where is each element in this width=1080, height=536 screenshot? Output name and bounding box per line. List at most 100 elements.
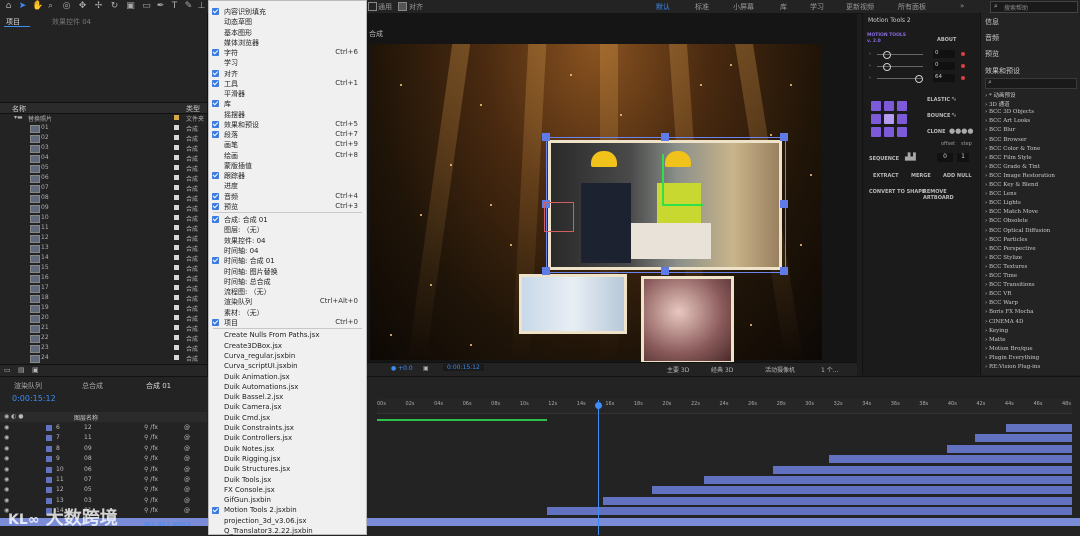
effects-category-item[interactable]: › CINEMA 4D (985, 319, 1023, 325)
layer-duration-bar[interactable] (547, 507, 1072, 516)
eye-icon[interactable]: ◉ (4, 497, 9, 504)
effects-category-item[interactable]: › BCC Obsolete (985, 218, 1028, 224)
menu-item[interactable]: Duik Rigging.jsx (224, 455, 281, 463)
menu-item[interactable]: Duik Bassel.2.jsx (224, 393, 283, 401)
viewer-tab[interactable]: 合成 (369, 29, 383, 39)
effects-category-item[interactable]: › Plugin Everything (985, 355, 1039, 361)
effects-category-item[interactable]: › * 动画预设 (985, 91, 1015, 99)
layer-switches-icon[interactable]: ⚲ /fx (144, 486, 158, 493)
anchor-point-button[interactable] (897, 114, 907, 124)
align-checkbox[interactable] (398, 2, 407, 11)
effects-category-item[interactable]: › BCC 3D Objects (985, 109, 1034, 115)
menu-item[interactable]: Create Nulls From Paths.jsx (224, 331, 319, 339)
effects-category-item[interactable]: › BCC Perspective (985, 246, 1036, 252)
effects-category-item[interactable]: › Boris FX Mocha (985, 309, 1034, 315)
effects-category-item[interactable]: › BCC Lens (985, 191, 1017, 197)
menu-item[interactable]: Motion Tools 2.jsxbin (224, 506, 297, 514)
layer-row[interactable]: ◉ 6 12 ⚲ /fx @ (0, 423, 207, 433)
effects-category-item[interactable]: › BCC Color & Tone (985, 146, 1040, 152)
workspace-tab-small-screen[interactable]: 小屏幕 (733, 2, 754, 12)
move-tool-icon[interactable]: ✢ (94, 2, 103, 11)
parent-pickwhip-icon[interactable]: @ (184, 424, 190, 431)
workspace-tab-default[interactable]: 默认 (656, 2, 670, 12)
layer-duration-bar[interactable] (1005, 424, 1072, 432)
layer-switches-icon[interactable]: ⚲ /fx (144, 424, 158, 431)
effects-category-item[interactable]: › 3D 通道 (985, 100, 1010, 108)
menu-item[interactable]: 素材: （无） (224, 308, 264, 318)
brush-tool-icon[interactable]: ✎ (184, 2, 193, 11)
menu-item[interactable]: 时间轴: 总合成 (224, 277, 271, 287)
layer-row[interactable]: ◉ 12 05 ⚲ /fx @ (0, 485, 207, 495)
anchor-point-button[interactable] (897, 101, 907, 111)
layer-name[interactable]: 08 (84, 455, 92, 462)
color-icon[interactable]: ● +0.0 (391, 365, 413, 372)
menu-item[interactable]: projection_3d_v3.06.jsx (224, 517, 307, 525)
transform-handle[interactable] (542, 133, 550, 141)
eye-icon[interactable]: ◉ (4, 466, 9, 473)
workspace-tab-all-panels[interactable]: 所有面板 (898, 2, 926, 12)
menu-item[interactable]: 学习 (224, 58, 238, 68)
layer-row[interactable]: ◉ 8 09 ⚲ /fx @ (0, 444, 207, 454)
menu-item[interactable]: Duik Constraints.jsx (224, 424, 294, 432)
transform-handle[interactable] (780, 133, 788, 141)
slider-knob[interactable] (883, 63, 891, 71)
camera-dropdown[interactable]: 活动摄像机 (765, 365, 795, 374)
layer-label-color[interactable] (46, 477, 52, 483)
project-item-row[interactable]: 05 合成 (0, 163, 207, 173)
anchor-point-button[interactable] (897, 127, 907, 137)
menu-item[interactable]: Duik Animation.jsx (224, 373, 290, 381)
menu-item[interactable]: 工具 (224, 79, 238, 89)
parent-pickwhip-icon[interactable]: @ (184, 486, 190, 493)
offset-input[interactable]: 0 (937, 153, 953, 162)
layer-switches-icon[interactable]: ⚲ /fx (144, 455, 158, 462)
timeline-timecode[interactable]: 0:00:15:12 (12, 394, 56, 403)
parent-pickwhip-icon[interactable]: @ (184, 455, 190, 462)
menu-item[interactable]: 基本图形 (224, 28, 252, 38)
eye-icon[interactable]: ◉ (4, 476, 9, 483)
workspace-tab-standard[interactable]: 标准 (695, 2, 709, 12)
menu-item[interactable]: 图层: （无） (224, 225, 264, 235)
anchor-point-button[interactable] (884, 114, 894, 124)
layer-switches-icon[interactable]: ⚲ /fx (144, 466, 158, 473)
menu-item[interactable]: 摇摆器 (224, 110, 245, 120)
bounce-button[interactable]: BOUNCE (927, 113, 950, 119)
selection-tool-icon[interactable]: ➤ (18, 2, 27, 11)
effects-category-item[interactable]: › BCC Time (985, 273, 1017, 279)
menu-item[interactable]: FX Console.jsx (224, 486, 275, 494)
menu-item[interactable]: 绘画 (224, 151, 238, 161)
layer-label-color[interactable] (46, 487, 52, 494)
project-folder-row[interactable]: ▾▬ 替换照片 文件夹 (0, 113, 207, 123)
menu-item[interactable]: 时间轴: 图片替换 (224, 267, 278, 277)
effects-category-item[interactable]: › BCC Image Restoration (985, 173, 1055, 179)
new-comp-icon[interactable]: ▣ (32, 366, 39, 374)
text-tool-icon[interactable]: T (170, 2, 179, 11)
project-item-row[interactable]: 02 合成 (0, 133, 207, 143)
layer-row[interactable]: ◉ 9 08 ⚲ /fx @ (0, 454, 207, 464)
menu-item[interactable]: 动态草图 (224, 17, 252, 27)
project-item-row[interactable]: 08 合成 (0, 193, 207, 203)
effects-category-item[interactable]: › BCC Transitions (985, 282, 1035, 288)
snap-checkbox[interactable] (368, 2, 377, 11)
merge-button[interactable]: MERGE (911, 173, 931, 179)
elastic-button[interactable]: ELASTIC (927, 97, 950, 103)
hand-tool-icon[interactable]: ✋ (32, 2, 43, 11)
layer-label-color[interactable] (46, 425, 52, 431)
transform-handle[interactable] (661, 133, 669, 141)
comp-01-tab[interactable]: 合成 01 (146, 381, 171, 391)
add-null-button[interactable]: ADD NULL (943, 173, 972, 179)
menu-item[interactable]: Curva_regular.jsxbin (224, 352, 295, 360)
effects-search-input[interactable]: ⌕ (985, 78, 1077, 89)
transform-handle[interactable] (542, 267, 550, 275)
effects-category-item[interactable]: › Keying (985, 328, 1008, 334)
layer-switches-icon[interactable]: ⚲ /fx (144, 445, 158, 452)
viewer-timecode[interactable]: 0:00:15:12 (443, 364, 484, 371)
composition-canvas[interactable] (370, 44, 822, 364)
reset-dot-icon[interactable] (961, 76, 965, 80)
layer-switches-icon[interactable]: ⚲ /fx (144, 476, 158, 483)
menu-item[interactable]: 流程图: （无） (224, 287, 271, 297)
menu-item[interactable]: Duik Structures.jsx (224, 465, 290, 473)
effects-category-item[interactable]: › RE:Vision Plug-ins (985, 364, 1040, 370)
project-item-row[interactable]: 10 合成 (0, 213, 207, 223)
effects-category-item[interactable]: › BCC Optical Diffusion (985, 228, 1050, 234)
time-ruler[interactable]: 00s 02s 04s 06s 08s 10s 12s 14s 16s 18s 20s 22s 24s 2… (377, 399, 1072, 414)
